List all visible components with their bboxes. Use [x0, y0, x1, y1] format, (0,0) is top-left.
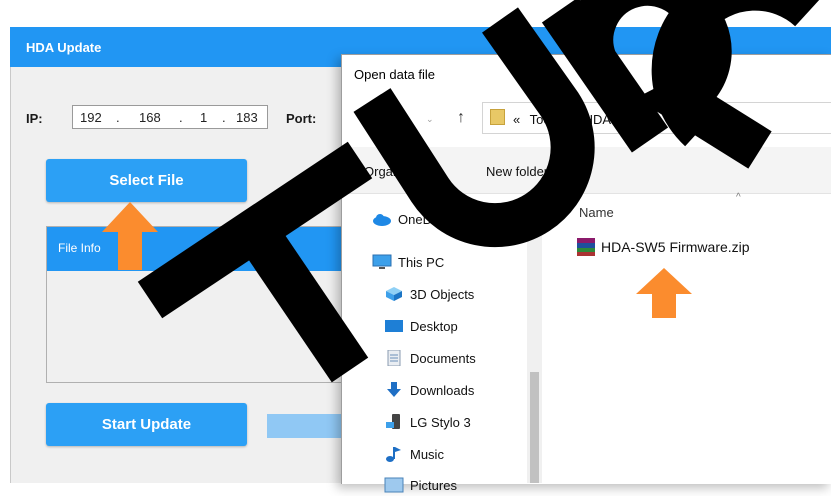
breadcrumb-separator[interactable]: › — [653, 112, 657, 127]
sort-ascending-icon: ^ — [736, 192, 741, 203]
annotation-arrow-icon — [102, 202, 158, 270]
nav-item-label: OneDrive — [398, 211, 453, 227]
file-name: HDA-SW5 Firmware.zip — [601, 239, 750, 255]
nav-item-desktop[interactable]: Desktop — [384, 315, 458, 337]
picture-icon — [384, 477, 404, 493]
nav-item-label: Desktop — [410, 318, 458, 334]
nav-item-label: Downloads — [410, 382, 475, 398]
navigation-pane — [342, 194, 532, 483]
nav-item-this-pc[interactable]: This PC — [372, 251, 444, 273]
ip-octet-1[interactable]: 192 — [80, 110, 102, 125]
start-update-button[interactable]: Start Update — [46, 403, 247, 446]
annotation-arrow-icon — [636, 268, 692, 318]
ip-dot: . — [179, 110, 183, 125]
hda-window-title: HDA Update — [26, 40, 102, 55]
nav-item-label: Pictures — [410, 477, 457, 493]
nav-item-label: Music — [410, 446, 444, 462]
dialog-title: Open data file — [354, 67, 435, 82]
zip-archive-icon — [577, 238, 595, 256]
organize-menu-button[interactable]: Organize ▾ — [364, 164, 427, 180]
phone-icon — [384, 414, 404, 430]
music-icon — [384, 446, 404, 462]
scroll-up-icon[interactable]: ▲ — [531, 197, 540, 207]
nav-item-music[interactable]: Music — [384, 443, 444, 465]
forward-arrow-icon[interactable]: → — [398, 110, 414, 128]
nav-item-documents[interactable]: Documents — [384, 347, 476, 369]
file-info-label: File Info — [58, 241, 101, 255]
port-label: Port: — [286, 111, 317, 126]
download-icon — [384, 382, 404, 398]
select-file-button[interactable]: Select File — [46, 159, 247, 202]
folder-icon — [490, 109, 505, 125]
computer-icon — [372, 254, 392, 270]
breadcrumb-separator[interactable]: › — [570, 112, 574, 127]
file-row[interactable]: HDA-SW5 Firmware.zip — [577, 238, 750, 256]
nav-item-label: Documents — [410, 350, 476, 366]
breadcrumb-overflow[interactable]: « — [513, 112, 520, 127]
ip-dot: . — [222, 110, 226, 125]
nav-item-label: 3D Objects — [410, 286, 475, 302]
ip-label: IP: — [26, 111, 43, 126]
ip-octet-3[interactable]: 1 — [200, 110, 207, 125]
breadcrumb-tools[interactable]: Tools — [530, 112, 560, 127]
name-column-header[interactable]: Name — [579, 205, 614, 220]
breadcrumb-hda-sw5[interactable]: HDA-SW5 — [584, 112, 644, 127]
nav-item-lg-stylo-3[interactable]: LG Stylo 3 — [384, 411, 471, 433]
back-arrow-icon[interactable]: ← — [356, 110, 372, 128]
ip-octet-4[interactable]: 183 — [236, 110, 258, 125]
ip-dot: . — [116, 110, 120, 125]
desktop-icon — [384, 318, 404, 334]
ip-address-field[interactable]: 192 . 168 . 1 . 183 — [72, 105, 268, 129]
nav-item-label: This PC — [398, 254, 445, 270]
document-icon — [384, 349, 404, 367]
nav-scrollbar-thumb[interactable] — [530, 372, 539, 483]
recent-locations-icon[interactable]: ⌄ — [426, 114, 434, 125]
nav-item-label: LG Stylo 3 — [410, 414, 471, 430]
ip-octet-2[interactable]: 168 — [139, 110, 161, 125]
new-folder-button[interactable]: New folder — [486, 164, 548, 179]
nav-item-3d-objects[interactable]: 3D Objects — [384, 283, 474, 305]
cube-icon — [384, 286, 404, 302]
breadcrumb: « Tools › HDA-SW5 › — [513, 112, 664, 127]
cloud-icon — [372, 211, 392, 227]
up-arrow-icon[interactable]: ↑ — [457, 109, 465, 127]
nav-item-downloads[interactable]: Downloads — [384, 379, 474, 401]
nav-item-onedrive[interactable]: OneDrive — [372, 208, 453, 230]
nav-item-pictures[interactable]: Pictures — [384, 474, 457, 496]
